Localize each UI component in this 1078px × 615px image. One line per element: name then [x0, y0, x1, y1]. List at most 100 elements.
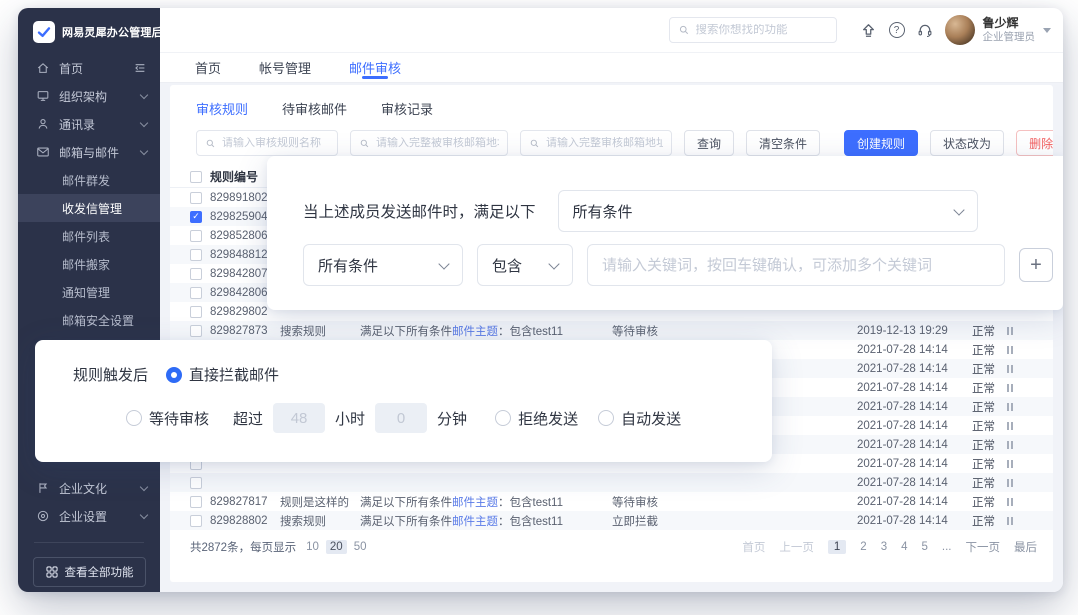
rule-name-filter[interactable]	[196, 130, 338, 156]
page-size-20[interactable]: 20	[326, 540, 347, 554]
row-checkbox[interactable]	[190, 287, 202, 299]
subtab-1[interactable]: 待审核邮件	[282, 99, 347, 118]
hours-input[interactable]	[273, 403, 325, 433]
tab-1[interactable]: 帐号管理	[259, 53, 311, 82]
subtab-0[interactable]: 审核规则	[196, 99, 248, 118]
pager-item[interactable]: 5	[922, 541, 928, 553]
view-all-features-button[interactable]: 查看全部功能	[33, 557, 146, 587]
sidebar-item-culture[interactable]: 企业文化	[18, 474, 160, 502]
pause-icon[interactable]	[1007, 384, 1013, 392]
condition-operator-select[interactable]: 包含	[477, 244, 573, 286]
row-checkbox[interactable]	[190, 325, 202, 337]
page-size-10[interactable]: 10	[302, 540, 323, 554]
row-checkbox[interactable]	[190, 230, 202, 242]
radio-intercept-label: 直接拦截邮件	[189, 364, 279, 385]
active-tab-underline	[362, 76, 388, 79]
pause-icon[interactable]	[1007, 441, 1013, 449]
query-button[interactable]: 查询	[684, 130, 734, 156]
status-value: 正常	[972, 475, 995, 491]
sidebar-subitem-send-receive[interactable]: 收发信管理	[18, 194, 160, 222]
tab-2[interactable]: 邮件审核	[349, 53, 401, 82]
sub-tabbar: 审核规则 待审核邮件 审核记录	[170, 85, 1053, 118]
clear-filters-button[interactable]: 清空条件	[746, 130, 820, 156]
pause-icon[interactable]	[1007, 327, 1013, 335]
sidebar-item-contacts[interactable]: 通讯录	[18, 110, 160, 138]
tab-0[interactable]: 首页	[195, 53, 221, 82]
user-menu[interactable]: 鲁少辉 企业管理员	[983, 16, 1036, 44]
sidebar-subitem-notify[interactable]: 通知管理	[18, 278, 160, 306]
row-checkbox[interactable]	[190, 496, 202, 508]
pause-icon[interactable]	[1007, 479, 1013, 487]
delete-dropdown-button[interactable]: 删除	[1016, 130, 1053, 156]
rule-name-cell: 搜索规则	[280, 323, 360, 339]
pause-icon[interactable]	[1007, 365, 1013, 373]
auditor-mailbox-input[interactable]	[546, 137, 663, 149]
row-checkbox[interactable]	[190, 268, 202, 280]
create-rule-button[interactable]: 创建规则	[844, 130, 918, 156]
pause-icon[interactable]	[1007, 460, 1013, 468]
chevron-down-icon[interactable]	[1043, 28, 1051, 33]
pager-item[interactable]: 首页	[742, 539, 765, 555]
row-checkbox[interactable]	[190, 249, 202, 261]
pause-icon[interactable]	[1007, 517, 1013, 525]
sidebar-menu-bottom: 企业文化企业设置	[18, 474, 160, 530]
audited-mailbox-filter[interactable]	[350, 130, 508, 156]
headset-icon[interactable]	[911, 16, 939, 44]
auditor-mailbox-filter[interactable]	[520, 130, 672, 156]
add-condition-button[interactable]: +	[1019, 248, 1053, 282]
sidebar-item-mail[interactable]: 邮箱与邮件	[18, 138, 160, 166]
radio-reject[interactable]	[495, 410, 511, 426]
radio-auto-send[interactable]	[598, 410, 614, 426]
search-icon	[678, 24, 690, 36]
page-size-50[interactable]: 50	[350, 540, 371, 554]
select-all-checkbox[interactable]	[190, 171, 202, 183]
pager-item[interactable]: 下一页	[966, 539, 1001, 555]
sidebar-item-home[interactable]: 首页	[18, 54, 160, 82]
radio-wait-review[interactable]	[126, 410, 142, 426]
row-checkbox[interactable]	[190, 306, 202, 318]
audited-mailbox-input[interactable]	[376, 137, 499, 149]
pause-icon[interactable]	[1007, 422, 1013, 430]
help-icon[interactable]: ?	[883, 16, 911, 44]
row-checkbox[interactable]	[190, 515, 202, 527]
sidebar-subitem-mail-security[interactable]: 邮箱安全设置	[18, 306, 160, 334]
pause-icon[interactable]	[1007, 498, 1013, 506]
condition-field-select[interactable]: 所有条件	[303, 244, 463, 286]
status-value: 正常	[972, 399, 995, 415]
user-avatar[interactable]	[945, 15, 975, 45]
global-search[interactable]	[669, 17, 837, 43]
radio-intercept[interactable]	[166, 367, 182, 383]
trigger-row-1: 规则触发后 直接拦截邮件	[73, 364, 772, 385]
keyword-input[interactable]	[587, 244, 1005, 286]
global-search-input[interactable]	[696, 24, 828, 36]
row-checkbox[interactable]	[190, 192, 202, 204]
sidebar-subitem-mail-move[interactable]: 邮件搬家	[18, 250, 160, 278]
pager-item[interactable]: 3	[881, 541, 887, 553]
pause-icon[interactable]	[1007, 403, 1013, 411]
pager-item[interactable]: 2	[860, 541, 866, 553]
change-status-button[interactable]: 状态改为	[930, 130, 1004, 156]
pause-icon[interactable]	[1007, 346, 1013, 354]
sidebar-item-org[interactable]: 组织架构	[18, 82, 160, 110]
screenshot-stage: 网易灵犀办公管理后台 首页组织架构通讯录邮箱与邮件 邮件群发收发信管理邮件列表邮…	[0, 0, 1078, 615]
match-mode-select[interactable]: 所有条件	[558, 190, 978, 232]
sidebar-subitem-mail-list[interactable]: 邮件列表	[18, 222, 160, 250]
pager-item[interactable]: 4	[901, 541, 907, 553]
rule-name-input[interactable]	[222, 137, 329, 149]
row-checkbox[interactable]	[190, 211, 202, 223]
pager-item[interactable]: 1	[828, 540, 846, 554]
page-size-selector: 102050	[302, 540, 370, 554]
sidebar-item-label: 首页	[59, 60, 124, 77]
status-cell: 正常	[972, 361, 1013, 377]
upgrade-icon[interactable]	[855, 16, 883, 44]
sidebar-item-settings[interactable]: 企业设置	[18, 502, 160, 530]
pager-item[interactable]: 上一页	[779, 539, 814, 555]
search-icon	[359, 138, 370, 149]
row-checkbox-cell	[190, 268, 210, 280]
pager-item[interactable]: 最后	[1014, 539, 1037, 555]
subtab-2[interactable]: 审核记录	[381, 99, 433, 118]
status-cell: 正常	[972, 475, 1013, 491]
sidebar-subitem-mass-mail[interactable]: 邮件群发	[18, 166, 160, 194]
minutes-input[interactable]	[375, 403, 427, 433]
row-checkbox[interactable]	[190, 477, 202, 489]
